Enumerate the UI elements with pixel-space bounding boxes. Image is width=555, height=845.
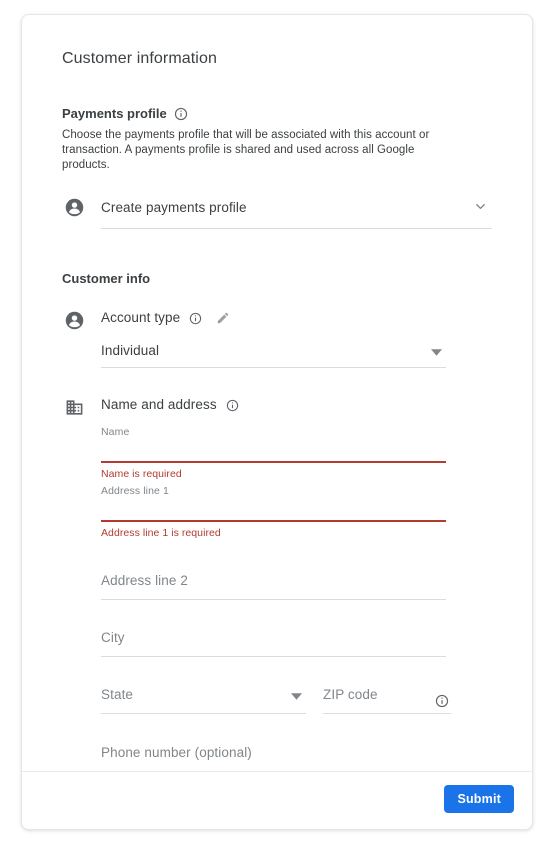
payments-profile-select[interactable]: Create payments profile (101, 195, 492, 229)
zip-code-field[interactable]: ZIP code (323, 666, 451, 714)
account-type-value: Individual (101, 343, 160, 358)
name-field[interactable]: Name (101, 425, 446, 463)
state-zip-row: State ZIP code (101, 666, 492, 714)
account-circle-icon (62, 308, 86, 332)
payments-profile-heading: Payments profile (62, 106, 167, 121)
payments-profile-heading-row: Payments profile (62, 105, 492, 123)
payments-profile-description: Choose the payments profile that will be… (62, 129, 430, 171)
name-and-address-label-row: Name and address (101, 395, 492, 415)
dropdown-arrow-icon[interactable] (291, 691, 302, 702)
card-footer: Submit (22, 771, 532, 829)
state-select[interactable]: State (101, 666, 306, 714)
pencil-icon[interactable] (213, 308, 233, 328)
account-type-label-row: Account type (101, 308, 492, 328)
chevron-down-icon[interactable] (473, 199, 488, 214)
page-root: Customer information Payments profile Ch… (0, 0, 555, 845)
address-line-2-underline (101, 599, 446, 600)
zip-code-underline (323, 713, 451, 714)
account-type-underline (101, 367, 446, 368)
customer-info-heading: Customer info (62, 271, 151, 286)
customer-information-card: Customer information Payments profile Ch… (21, 14, 533, 830)
payments-profile-value: Create payments profile (101, 200, 247, 215)
zip-code-placeholder: ZIP code (323, 687, 378, 702)
address-fields: Name Name is required Address line 1 Add… (101, 425, 492, 772)
name-field-label: Name (101, 426, 130, 438)
name-field-underline (101, 461, 446, 463)
state-underline (101, 713, 306, 714)
submit-button[interactable]: Submit (444, 785, 514, 813)
phone-number-placeholder: Phone number (optional) (101, 745, 252, 760)
info-icon[interactable] (174, 107, 188, 121)
address-line-1-error: Address line 1 is required (101, 527, 221, 539)
city-placeholder: City (101, 630, 125, 645)
payments-profile-select-row[interactable]: Create payments profile (62, 195, 492, 229)
address-line-1-field[interactable]: Address line 1 (101, 484, 446, 522)
city-underline (101, 656, 446, 657)
address-line-2-placeholder: Address line 2 (101, 573, 188, 588)
account-type-select[interactable]: Individual (101, 334, 446, 368)
info-icon[interactable] (435, 694, 449, 708)
name-and-address-label: Name and address (101, 397, 217, 412)
dropdown-arrow-icon[interactable] (431, 347, 442, 358)
state-placeholder: State (101, 687, 134, 702)
address-line-1-label: Address line 1 (101, 485, 169, 497)
phone-number-field[interactable]: Phone number (optional) (101, 724, 446, 772)
info-icon[interactable] (189, 312, 202, 325)
name-field-error: Name is required (101, 468, 182, 480)
address-line-2-field[interactable]: Address line 2 (101, 552, 446, 600)
account-circle-icon (62, 195, 86, 219)
account-type-label: Account type (101, 310, 181, 325)
address-line-1-underline (101, 520, 446, 522)
city-field[interactable]: City (101, 609, 446, 657)
building-icon (62, 395, 86, 419)
info-icon[interactable] (226, 399, 239, 412)
name-and-address-row: Name and address Name Name is required A… (62, 395, 492, 772)
card-body: Customer information Payments profile Ch… (22, 15, 532, 772)
account-type-row: Account type Individual (62, 308, 492, 368)
page-title: Customer information (62, 50, 217, 67)
